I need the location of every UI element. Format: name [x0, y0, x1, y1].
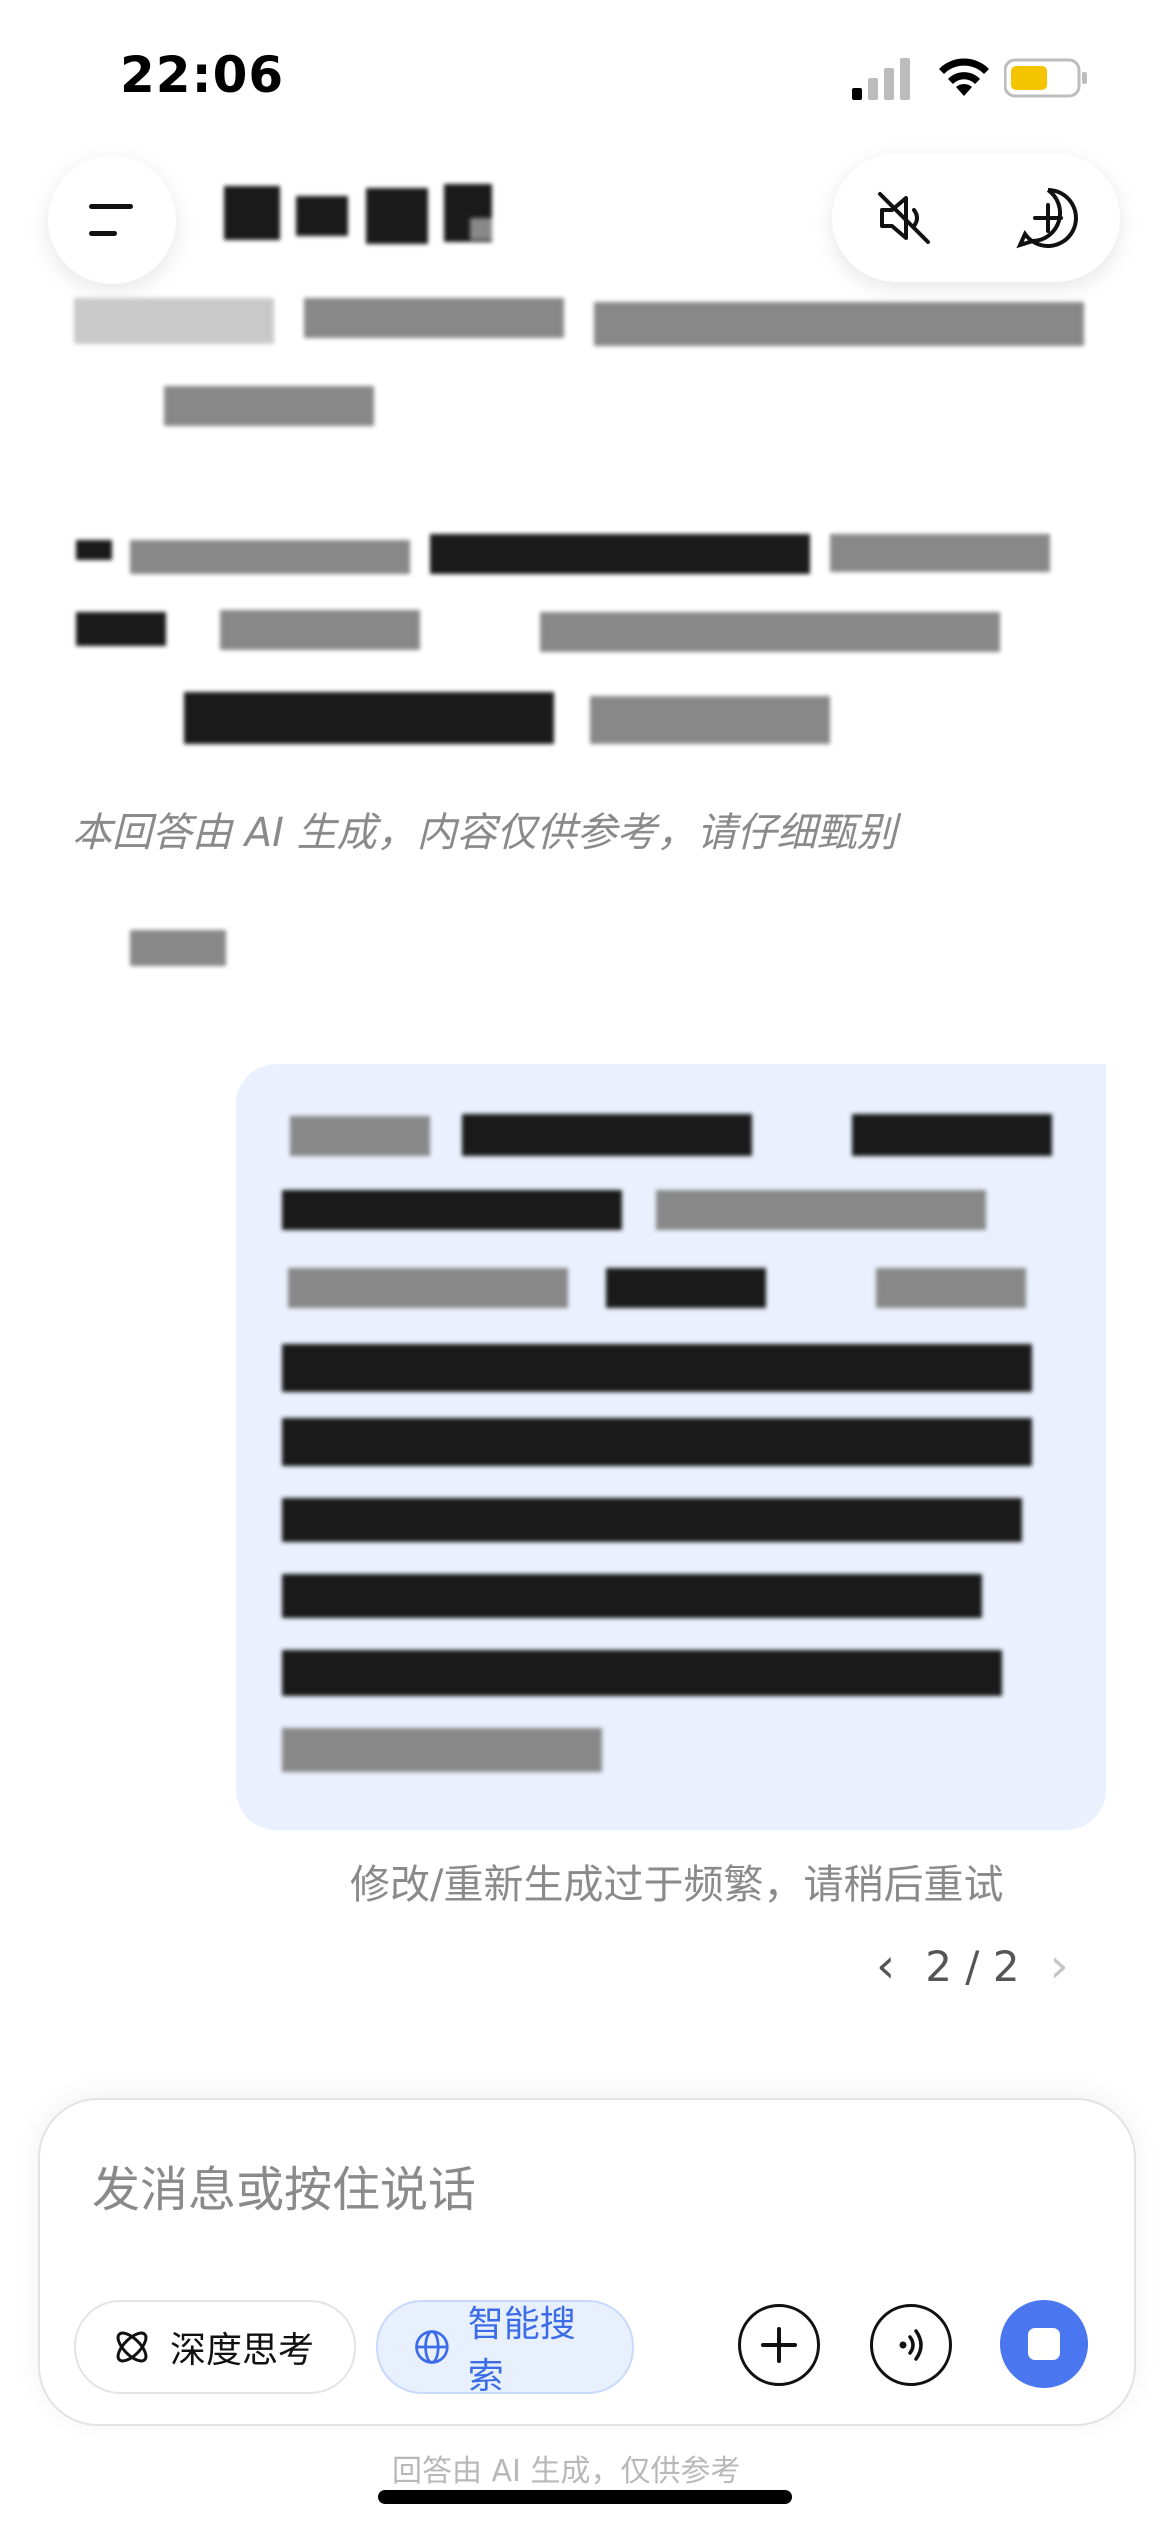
user-message-bubble[interactable] — [236, 1064, 1106, 1830]
mute-button[interactable] — [864, 178, 944, 258]
status-time: 22:06 — [120, 46, 285, 104]
stop-icon — [1028, 2328, 1060, 2360]
cellular-signal-icon — [852, 58, 910, 100]
voice-call-button[interactable] — [870, 2304, 952, 2386]
message-input[interactable]: 发消息或按住说话 — [92, 2150, 476, 2220]
add-attachment-button[interactable] — [738, 2304, 820, 2386]
speaker-off-icon — [878, 192, 930, 244]
footer-ai-note: 回答由 AI 生成，仅供参考 — [392, 2454, 741, 2489]
smart-search-button[interactable]: 智能搜索 — [376, 2300, 634, 2397]
header-actions — [832, 154, 1120, 282]
deep-think-label: 深度思考 — [170, 2330, 315, 2371]
pager-separator: / — [965, 1941, 980, 1991]
wifi-icon — [939, 58, 989, 96]
new-chat-icon — [1016, 188, 1078, 249]
pager-total: 2 — [992, 1941, 1020, 1991]
battery-icon — [1004, 58, 1087, 98]
voice-call-icon — [899, 2329, 923, 2361]
menu-button[interactable] — [48, 156, 176, 284]
rate-limit-notice: 修改/重新生成过于频繁，请稍后重试 — [350, 1862, 1004, 1908]
deep-think-button[interactable]: 深度思考 — [74, 2300, 356, 2394]
smart-search-label: 智能搜索 — [467, 2304, 576, 2397]
prev-version-chevron-left-icon[interactable]: ‹ — [876, 1938, 895, 1994]
globe-icon — [415, 2330, 449, 2364]
ai-disclaimer: 本回答由 AI 生成，内容仅供参考，请仔细甄别 — [72, 810, 897, 856]
next-version-chevron-right-icon[interactable]: › — [1050, 1938, 1069, 1994]
message-pager: ‹ 2 / 2 › — [876, 1938, 1069, 1994]
new-chat-button[interactable] — [1008, 178, 1088, 258]
pager-current: 2 — [925, 1941, 952, 1991]
atom-icon — [116, 2331, 148, 2363]
stop-generation-button[interactable] — [1000, 2300, 1088, 2388]
menu-icon — [89, 204, 133, 236]
home-indicator — [378, 2490, 792, 2504]
plus-icon — [761, 2327, 797, 2363]
